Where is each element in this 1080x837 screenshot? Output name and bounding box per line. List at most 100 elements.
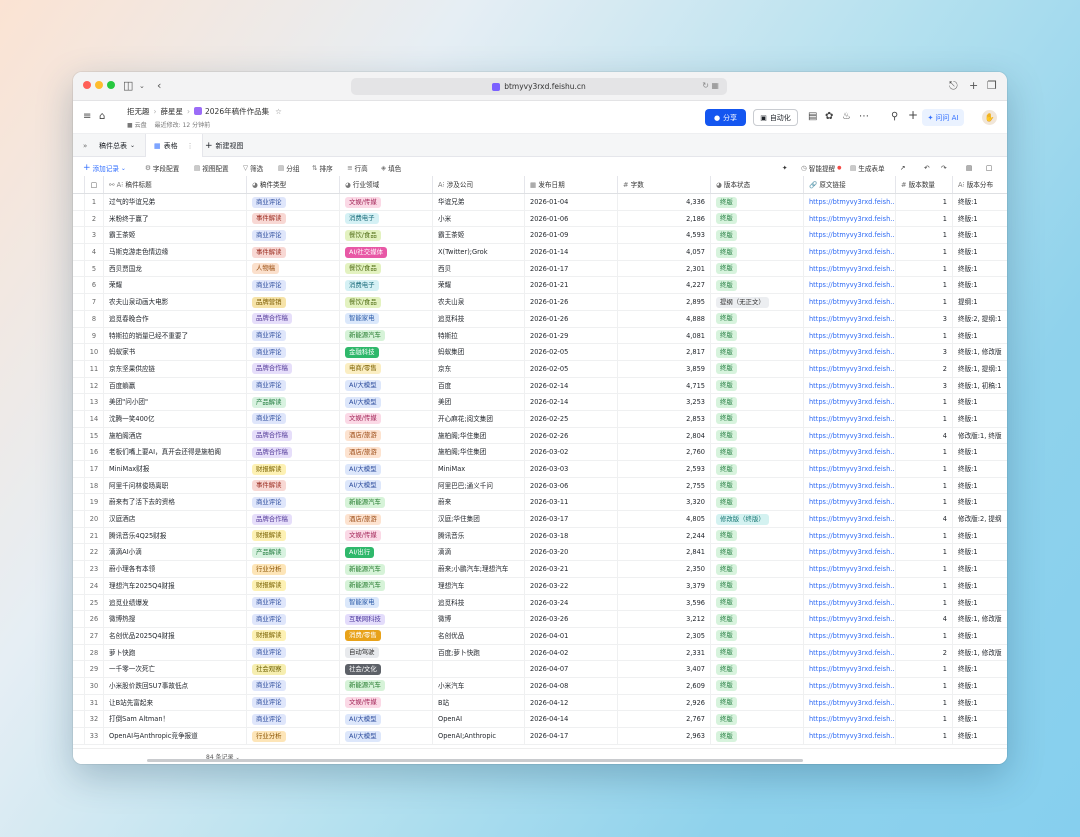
version-count-cell[interactable]: 1 <box>896 277 953 294</box>
version-count-cell[interactable]: 1 <box>896 410 953 427</box>
row-expand-handle[interactable] <box>73 244 85 260</box>
company-cell[interactable]: MiniMax <box>433 461 525 477</box>
title-cell[interactable]: 汉庭酒店 <box>104 511 247 527</box>
reload-icon[interactable]: ↻ ▦ <box>702 81 719 90</box>
close-window-button[interactable] <box>83 81 91 89</box>
title-cell[interactable]: 过气的华谊兄弟 <box>104 194 247 210</box>
address-bar[interactable]: btmyvy3rxd.feishu.cn ↻ ▦ <box>351 78 727 95</box>
type-cell[interactable]: 品牌合作稿 <box>247 444 340 460</box>
industry-cell[interactable]: 餐饮/食品 <box>340 227 433 244</box>
row-expand-handle[interactable] <box>73 227 85 244</box>
date-cell[interactable]: 2026-04-01 <box>525 627 618 644</box>
date-cell[interactable]: 2026-03-22 <box>525 577 618 594</box>
table-row[interactable]: 22 滴滴AI小滴 产品解读 AI/出行 滴滴 2026-03-20 2,841 终版 http… <box>73 544 1007 562</box>
type-cell[interactable]: 品牌合作稿 <box>247 427 340 444</box>
table-row[interactable]: 14 沈腾一笑400亿 商业评论 文娱/传媒 开心麻花;阅文集团 2026-02-25 2,… <box>73 410 1007 428</box>
link-cell[interactable]: https://btmyvy3rxd.feish... <box>804 394 896 410</box>
column-header[interactable]: # 字数 <box>618 176 711 193</box>
industry-cell[interactable]: 新能源汽车 <box>340 577 433 594</box>
table-row[interactable]: 6 荣耀 商业评论 消费电子 荣耀 2026-01-21 4,227 终版 https://bt… <box>73 277 1007 295</box>
word-count-cell[interactable]: 2,186 <box>618 210 711 227</box>
row-expand-handle[interactable] <box>73 360 85 377</box>
version-distribution-cell[interactable]: 终版:1 <box>953 277 1007 293</box>
status-cell[interactable]: 终版 <box>711 477 804 494</box>
status-cell[interactable]: 终版 <box>711 677 804 694</box>
breadcrumb-item[interactable]: 薛星星 <box>161 107 184 116</box>
row-expand-handle[interactable] <box>73 461 85 477</box>
title-cell[interactable]: 施柏阁酒店 <box>104 427 247 444</box>
status-cell[interactable]: 终版 <box>711 711 804 727</box>
url-link[interactable]: https://btmyvy3rxd.feish... <box>809 448 895 456</box>
version-distribution-cell[interactable]: 终版:1, 初稿:1 <box>953 378 1007 394</box>
title-cell[interactable]: 西贝贾国龙 <box>104 260 247 277</box>
industry-cell[interactable]: 新能源汽车 <box>340 327 433 344</box>
title-cell[interactable]: 打倒Sam Altman！ <box>104 711 247 727</box>
share-button[interactable]: ● 分享 <box>705 109 746 126</box>
version-count-cell[interactable]: 1 <box>896 394 953 410</box>
word-count-cell[interactable]: 3,407 <box>618 661 711 677</box>
industry-cell[interactable]: 新能源汽车 <box>340 494 433 511</box>
industry-cell[interactable]: 消费电子 <box>340 277 433 294</box>
type-cell[interactable]: 商业评论 <box>247 594 340 611</box>
table-row[interactable]: 7 农夫山泉动画大电影 品牌营销 餐饮/食品 农夫山泉 2026-01-26 2,895 提纲… <box>73 294 1007 311</box>
industry-cell[interactable]: AI/大模型 <box>340 728 433 744</box>
company-cell[interactable]: 特斯拉 <box>433 327 525 344</box>
link-cell[interactable]: https://btmyvy3rxd.feish... <box>804 644 896 661</box>
url-link[interactable]: https://btmyvy3rxd.feish... <box>809 315 895 323</box>
industry-cell[interactable]: 社会/文化 <box>340 661 433 677</box>
version-distribution-cell[interactable]: 终版:1 <box>953 394 1007 410</box>
date-cell[interactable]: 2026-04-07 <box>525 661 618 677</box>
link-cell[interactable]: https://btmyvy3rxd.feish... <box>804 227 896 244</box>
new-view-button[interactable]: + 新建视图 <box>205 134 244 157</box>
status-cell[interactable]: 终版 <box>711 527 804 544</box>
word-count-cell[interactable]: 3,596 <box>618 594 711 611</box>
row-expand-handle[interactable] <box>73 210 85 227</box>
industry-cell[interactable]: 自动驾驶 <box>340 644 433 661</box>
word-count-cell[interactable]: 4,081 <box>618 327 711 344</box>
type-cell[interactable]: 社会观察 <box>247 661 340 677</box>
date-cell[interactable]: 2026-02-26 <box>525 427 618 444</box>
link-cell[interactable]: https://btmyvy3rxd.feish... <box>804 194 896 210</box>
column-header[interactable]: ◕ 行业领域 <box>340 176 433 193</box>
row-expand-handle[interactable] <box>73 694 85 711</box>
link-cell[interactable]: https://btmyvy3rxd.feish... <box>804 461 896 477</box>
word-count-cell[interactable]: 2,767 <box>618 711 711 727</box>
type-cell[interactable]: 商业评论 <box>247 677 340 694</box>
version-distribution-cell[interactable]: 终版:1 <box>953 595 1007 611</box>
link-cell[interactable]: https://btmyvy3rxd.feish... <box>804 410 896 427</box>
type-cell[interactable]: 商业评论 <box>247 327 340 344</box>
table-row[interactable]: 15 施柏阁酒店 品牌合作稿 酒店/旅游 施柏阁;华住集团 2026-02-26 2,804… <box>73 427 1007 445</box>
url-link[interactable]: https://btmyvy3rxd.feish... <box>809 482 895 490</box>
version-count-cell[interactable]: 3 <box>896 310 953 327</box>
link-cell[interactable]: https://btmyvy3rxd.feish... <box>804 728 896 744</box>
date-cell[interactable]: 2026-03-11 <box>525 494 618 511</box>
version-count-cell[interactable]: 1 <box>896 728 953 744</box>
home-icon[interactable]: ⌂ <box>99 111 105 122</box>
company-cell[interactable]: 荣耀 <box>433 277 525 294</box>
table-row[interactable]: 32 打倒Sam Altman！ 商业评论 AI/大模型 OpenAI 2026-04-1… <box>73 711 1007 728</box>
link-cell[interactable]: https://btmyvy3rxd.feish... <box>804 627 896 644</box>
version-count-cell[interactable]: 1 <box>896 494 953 511</box>
link-cell[interactable]: https://btmyvy3rxd.feish... <box>804 427 896 444</box>
date-cell[interactable]: 2026-03-26 <box>525 611 618 627</box>
company-cell[interactable]: 百度;萝卜快跑 <box>433 644 525 661</box>
star-icon[interactable]: ☆ <box>275 107 282 116</box>
row-expand-handle[interactable] <box>73 594 85 611</box>
search-icon[interactable]: ⚲ <box>891 111 898 122</box>
industry-cell[interactable]: 文娱/传媒 <box>340 527 433 544</box>
version-count-cell[interactable]: 1 <box>896 461 953 477</box>
industry-cell[interactable]: 酒店/旅游 <box>340 511 433 527</box>
link-cell[interactable]: https://btmyvy3rxd.feish... <box>804 544 896 561</box>
industry-cell[interactable]: 消费/零售 <box>340 627 433 644</box>
company-cell[interactable]: 霸王茶姬 <box>433 227 525 244</box>
word-count-cell[interactable]: 2,963 <box>618 728 711 744</box>
version-count-cell[interactable]: 1 <box>896 577 953 594</box>
row-expand-handle[interactable] <box>73 327 85 344</box>
status-cell[interactable]: 终版 <box>711 377 804 394</box>
industry-cell[interactable]: 餐饮/食品 <box>340 294 433 310</box>
version-distribution-cell[interactable]: 终版:1 <box>953 678 1007 694</box>
industry-cell[interactable]: AI/大模型 <box>340 477 433 494</box>
company-cell[interactable]: 百度 <box>433 377 525 394</box>
version-count-cell[interactable]: 1 <box>896 661 953 677</box>
row-expand-handle[interactable] <box>73 644 85 661</box>
